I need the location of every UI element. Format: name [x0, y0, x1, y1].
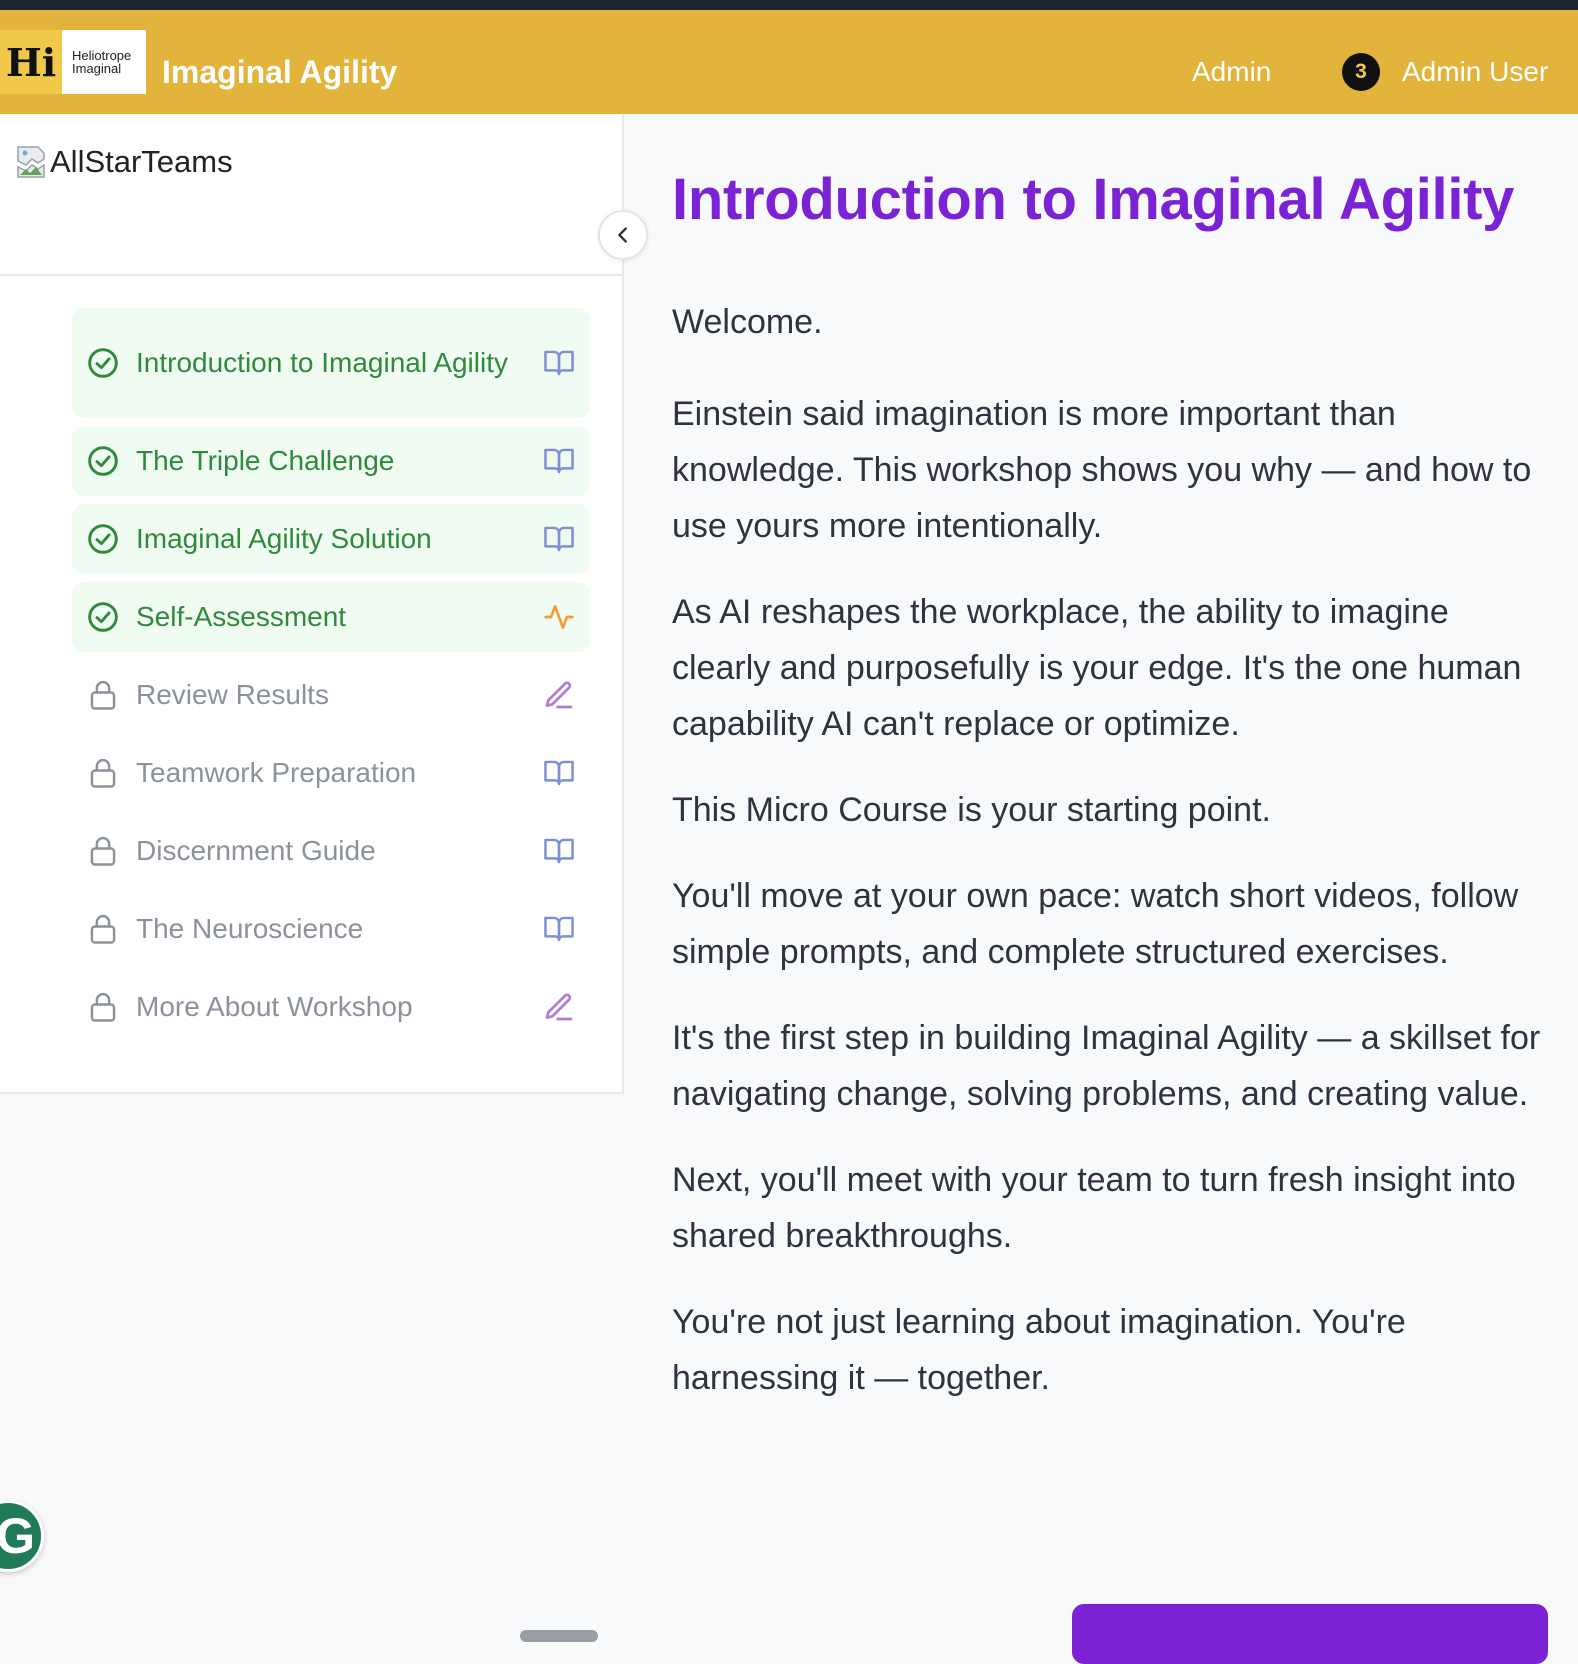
check-circle-icon	[86, 600, 120, 634]
logo-hi-mark: Hi	[0, 30, 62, 94]
check-circle-icon	[86, 346, 120, 380]
sidebar-step-label: Introduction to Imaginal Agility	[136, 347, 508, 378]
paragraph-einstein: Einstein said imagination is more import…	[672, 395, 1532, 545]
sidebar-step[interactable]: Introduction to Imaginal Agility	[72, 308, 590, 418]
paragraph-ai: As AI reshapes the workplace, the abilit…	[672, 593, 1522, 743]
sidebar-brand-area: AllStarTeams	[0, 114, 622, 276]
sidebar-step-label: Review Results	[136, 679, 329, 710]
sidebar-step-label: Self-Assessment	[136, 601, 347, 632]
paragraph-first-step: It's the first step in building Imaginal…	[672, 1019, 1541, 1113]
lock-icon	[86, 834, 120, 868]
logo-line-2: Imaginal	[72, 61, 122, 76]
app-title: Imaginal Agility	[162, 54, 398, 90]
paragraph-welcome: Welcome.	[672, 303, 823, 341]
sidebar-step-label: Discernment Guide	[136, 835, 376, 866]
sidebar-step-label: Teamwork Preparation	[136, 757, 417, 788]
main-content: Introduction to Imaginal Agility Welcome…	[672, 114, 1552, 1406]
activity-icon	[542, 600, 576, 634]
chevron-left-icon	[618, 227, 627, 243]
user-menu[interactable]: Admin User	[1402, 54, 1548, 90]
sidebar-step[interactable]: Teamwork Preparation	[72, 738, 590, 808]
sidebar-step[interactable]: More About Workshop	[72, 972, 590, 1042]
sidebar-step-label: The Neuroscience	[136, 913, 364, 944]
check-circle-icon	[86, 444, 120, 478]
lock-icon	[86, 756, 120, 790]
paragraph-team: Next, you'll meet with your team to turn…	[672, 1161, 1516, 1255]
sidebar: AllStarTeams Introduction to Imaginal Ag…	[0, 114, 624, 1094]
sidebar-step[interactable]: The Neuroscience	[72, 894, 590, 964]
lock-icon	[86, 678, 120, 712]
sidebar-step[interactable]: Imaginal Agility Solution	[72, 504, 590, 574]
paragraph-pace: You'll move at your own pace: watch shor…	[672, 877, 1519, 971]
brand-image: AllStarTeams	[16, 144, 233, 180]
broken-image-icon	[16, 145, 48, 179]
book-icon	[542, 444, 576, 478]
lock-icon	[86, 912, 120, 946]
collapse-sidebar-button[interactable]	[598, 210, 648, 260]
pencil-icon	[542, 990, 576, 1024]
sidebar-step[interactable]: Discernment Guide	[72, 816, 590, 886]
book-icon	[542, 522, 576, 556]
sidebar-step[interactable]: Review Results	[72, 660, 590, 730]
logo-wordmark: Heliotrope Imaginal	[72, 49, 131, 75]
paragraph-together: You're not just learning about imaginati…	[672, 1303, 1406, 1397]
lock-icon	[86, 990, 120, 1024]
notification-badge[interactable]: 3	[1342, 53, 1380, 91]
sidebar-step-label: Imaginal Agility Solution	[136, 523, 432, 554]
page-title: Introduction to Imaginal Agility	[672, 167, 1515, 232]
top-strip	[0, 0, 1578, 10]
sidebar-step[interactable]: Self-Assessment	[72, 582, 590, 652]
step-list: Introduction to Imaginal Agility The Trip…	[72, 308, 590, 1050]
check-circle-icon	[86, 522, 120, 556]
logo[interactable]: Hi Heliotrope Imaginal	[0, 30, 146, 94]
sidebar-step[interactable]: The Triple Challenge	[72, 426, 590, 496]
book-icon	[542, 912, 576, 946]
brand-alt-text: AllStarTeams	[50, 144, 233, 179]
pencil-icon	[542, 678, 576, 712]
scrollbar-thumb[interactable]	[520, 1630, 598, 1642]
grammarly-button[interactable]: G	[0, 1500, 44, 1572]
next-button[interactable]	[1072, 1604, 1548, 1664]
sidebar-step-label: More About Workshop	[136, 991, 413, 1022]
book-icon	[542, 834, 576, 868]
sidebar-step-label: The Triple Challenge	[136, 445, 395, 476]
book-icon	[542, 756, 576, 790]
admin-link[interactable]: Admin	[1192, 54, 1271, 90]
paragraph-micro-course: This Micro Course is your starting point…	[672, 791, 1271, 829]
book-icon	[542, 346, 576, 380]
app-header: Imaginal Agility Admin 3 Admin User	[0, 10, 1578, 114]
